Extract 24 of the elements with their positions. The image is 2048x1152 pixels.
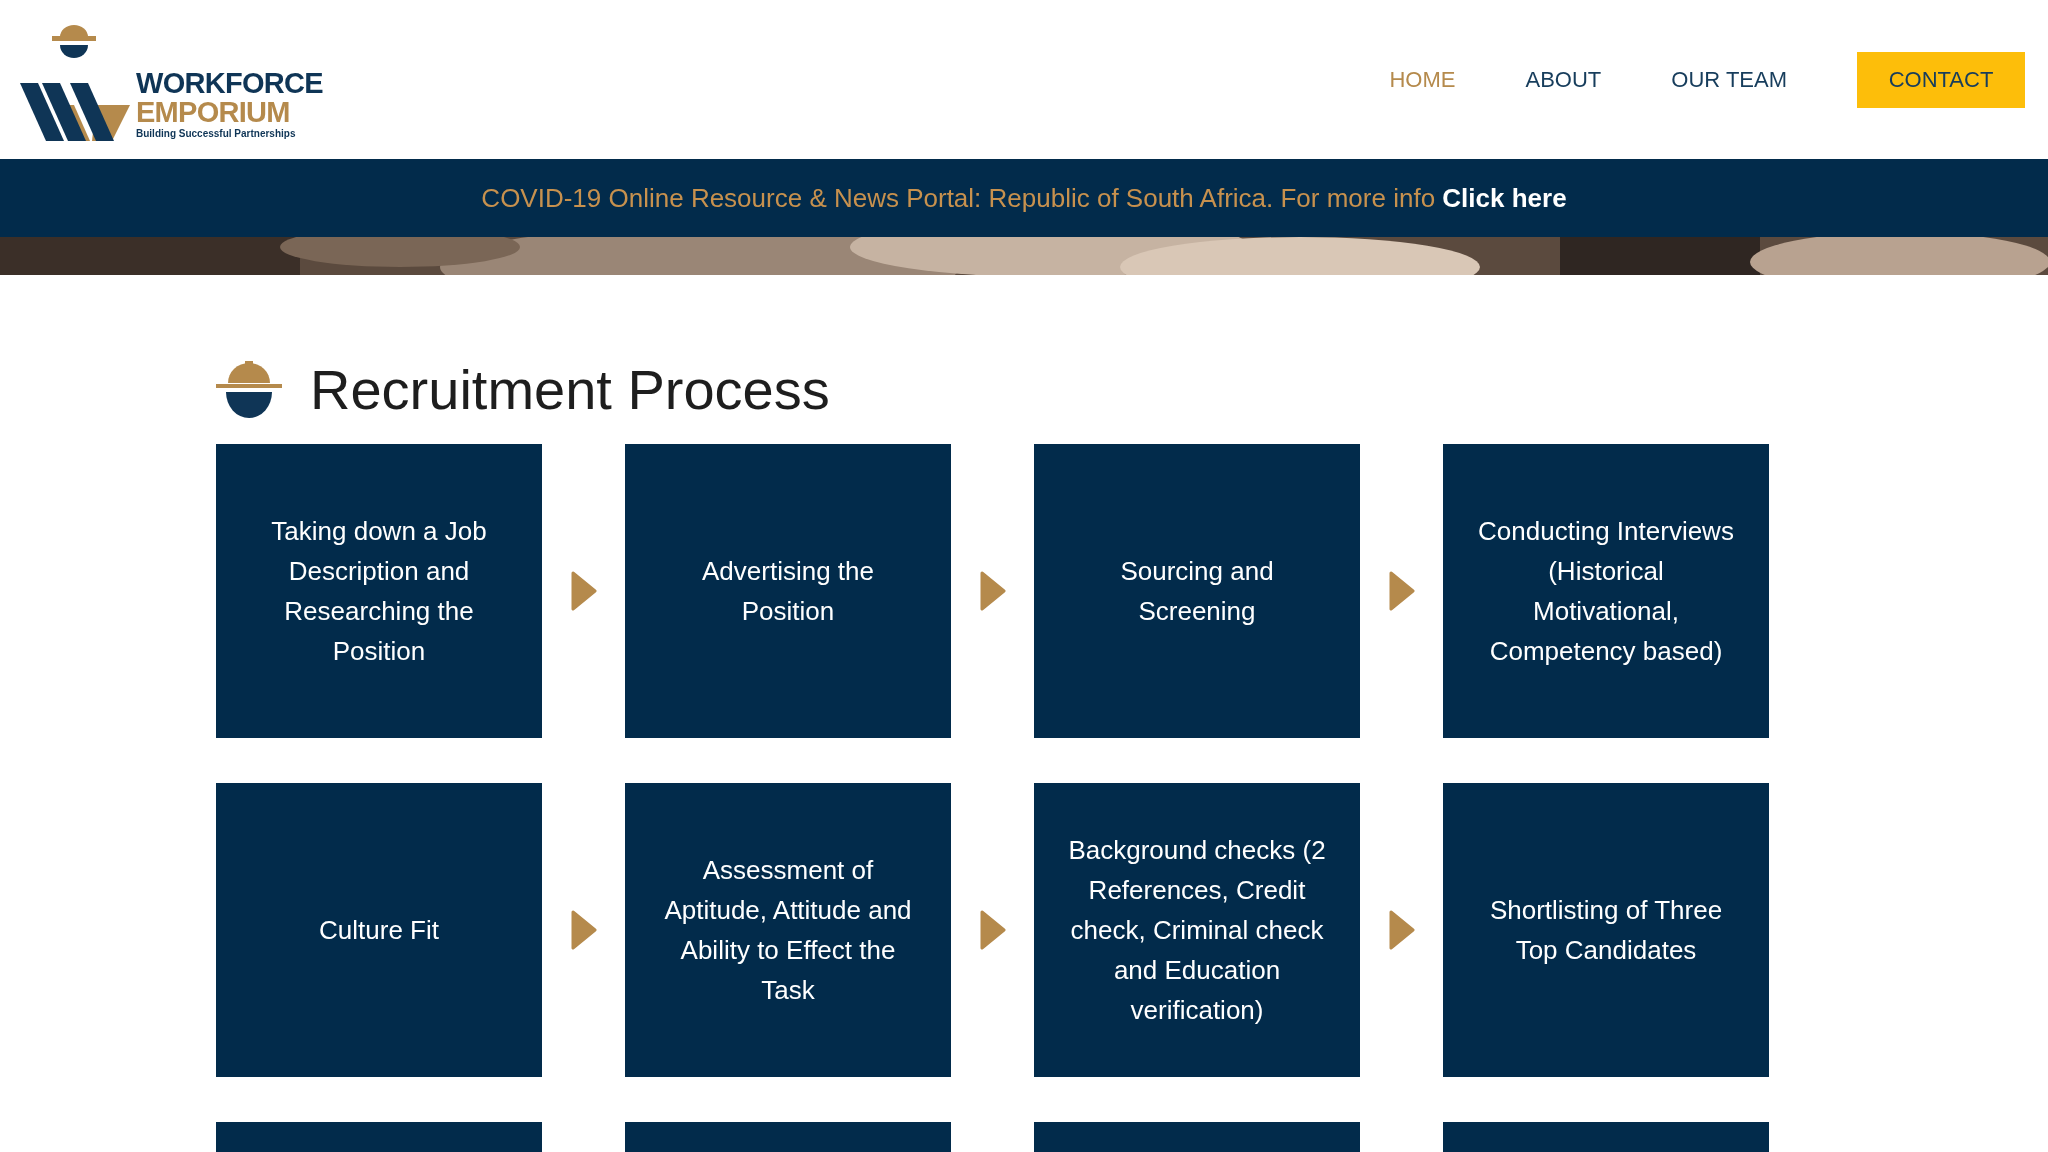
arrow-icon bbox=[571, 571, 597, 611]
arrow-icon bbox=[1389, 571, 1415, 611]
hard-hat-icon bbox=[216, 361, 282, 419]
arrow-icon bbox=[1389, 910, 1415, 950]
arrow-icon bbox=[980, 571, 1006, 611]
contact-button[interactable]: CONTACT bbox=[1857, 51, 2025, 108]
step-card: Conducting Interviews (Historical Motivational, Competency based) bbox=[1443, 444, 1769, 738]
announcement-text: COVID-19 Online Resource & News Portal: Republic of South Africa. For more info Click here bbox=[481, 181, 1567, 215]
step-card: Taking down a Job Description and Researching the Position bbox=[216, 444, 542, 738]
nav-link[interactable]: OUR TEAM bbox=[1636, 63, 1822, 96]
logo-name: WORKFORCE bbox=[136, 68, 323, 98]
step-card: Assessment of Aptitude, Attitude and Ability to Effect the Task bbox=[625, 783, 951, 1077]
logo-name: EMPORIUM bbox=[136, 97, 291, 127]
arrow-icon bbox=[980, 910, 1006, 950]
section-heading: Recruitment Process bbox=[310, 362, 830, 418]
banner-link[interactable]: Click here bbox=[1442, 182, 1567, 213]
nav-link[interactable]: ABOUT bbox=[1490, 63, 1637, 96]
step-card: Background checks (2 References, Credit check, Criminal check and Education verification) bbox=[1034, 783, 1360, 1077]
step-card: Advertising the Position bbox=[625, 444, 951, 738]
step-card: Shortlisting of Three Top Candidates bbox=[1443, 783, 1769, 1077]
logo-tagline: Building Successful Partnerships bbox=[136, 128, 297, 139]
step-card: Culture Fit bbox=[216, 783, 542, 1077]
step-card: Sourcing and Screening bbox=[1034, 444, 1360, 738]
arrow-icon bbox=[571, 910, 597, 950]
